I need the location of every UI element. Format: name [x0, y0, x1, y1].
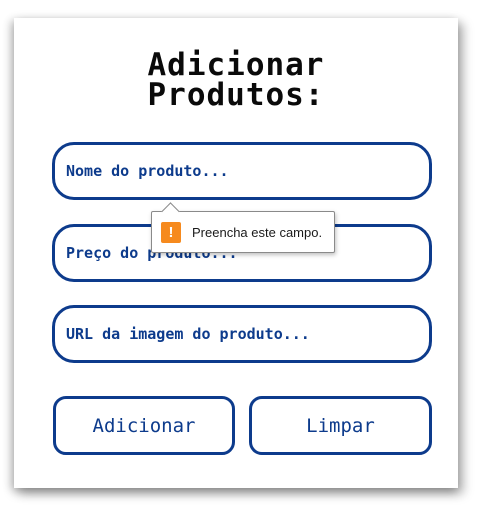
product-image-url-input[interactable] — [52, 305, 432, 363]
validation-tooltip: ! Preencha este campo. — [151, 211, 335, 253]
title-line-1: Adicionar — [147, 47, 325, 83]
warning-icon: ! — [161, 222, 181, 243]
add-button[interactable]: Adicionar — [53, 396, 235, 455]
add-product-form: Adicionar Produtos: Adicionar Limpar — [14, 18, 458, 488]
product-name-input[interactable] — [52, 142, 432, 200]
clear-button[interactable]: Limpar — [249, 396, 432, 455]
validation-message: Preencha este campo. — [192, 225, 323, 240]
title-line-2: Produtos: — [147, 77, 325, 113]
page-title: Adicionar Produtos: — [14, 47, 458, 113]
